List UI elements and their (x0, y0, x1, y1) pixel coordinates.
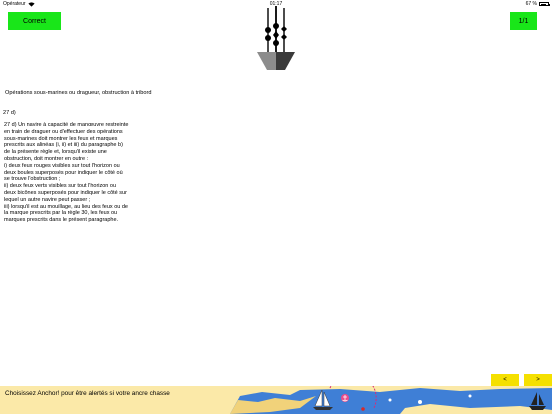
battery-fill (540, 3, 546, 5)
battery-icon (539, 2, 550, 6)
rule-reference: 27 d) (3, 110, 16, 116)
shape-bicone-icon (281, 26, 287, 32)
shape-ball-icon (265, 35, 271, 41)
ad-banner[interactable]: Choisissez Anchor! pour être alertés si … (0, 386, 552, 414)
rule-text: 27 d) Un navire à capacité de manœuvre r… (4, 122, 129, 224)
shape-ball-icon (273, 23, 279, 29)
next-button[interactable]: > (524, 374, 552, 386)
shape-ball-icon (273, 40, 279, 46)
situation-heading: Opérations sous-marines ou dragueur, obs… (5, 90, 152, 96)
shape-diamond-icon (273, 31, 279, 39)
previous-button[interactable]: < (491, 374, 519, 386)
battery-percent: 67 % (525, 1, 537, 7)
shape-ball-icon (265, 27, 271, 33)
page-counter-button[interactable]: 1/1 (510, 12, 537, 30)
hull-left-icon (257, 52, 276, 70)
banner-text: Choisissez Anchor! pour être alertés si … (5, 390, 170, 397)
correct-button[interactable]: Correct (8, 12, 61, 30)
hull-right-icon (276, 52, 295, 70)
status-right: 67 % (525, 1, 550, 7)
vessel-day-signal-illustration (257, 6, 295, 70)
shape-bicone-icon (281, 34, 287, 40)
